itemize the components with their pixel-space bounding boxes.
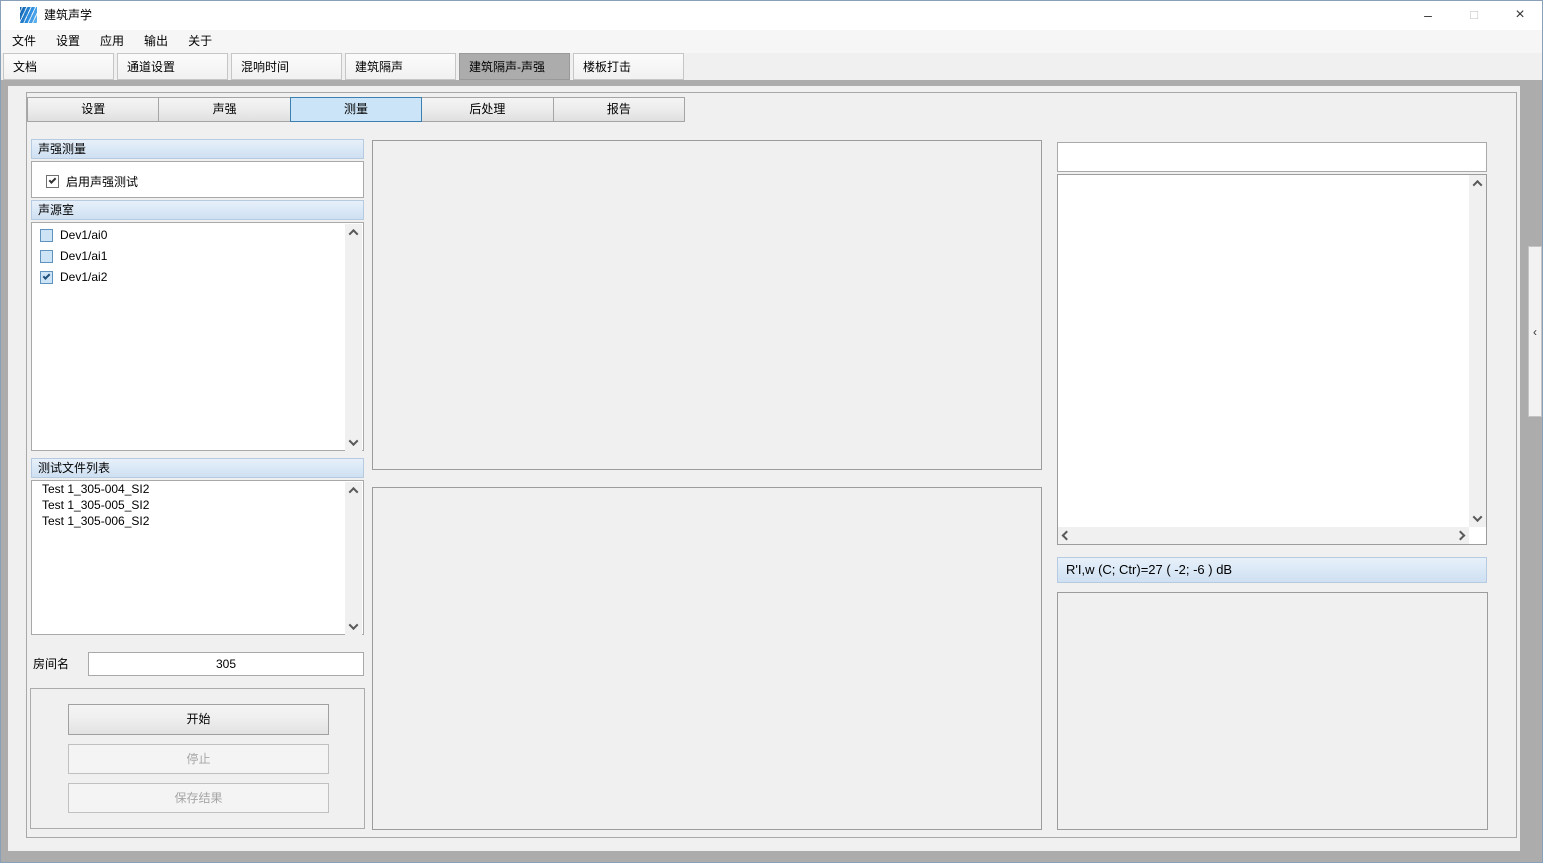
maximize-button[interactable]: □ [1451,0,1497,30]
minimize-button[interactable]: – [1405,0,1451,30]
ri-result-chart [1057,592,1488,830]
menu-item-output[interactable]: 输出 [134,30,178,53]
enable-intensity-label: 启用声强测试 [66,173,138,190]
test-file-item[interactable]: Test 1_305-005_SI2 [32,497,363,513]
scroll-right-icon[interactable] [1456,531,1466,541]
subtab-bar: 设置声强测量后处理报告 [27,97,685,122]
collapse-panel-button[interactable]: ‹ [1528,246,1542,417]
menu-item-about[interactable]: 关于 [178,30,222,53]
enable-intensity-box: 启用声强测试 [31,161,364,198]
close-button[interactable]: × [1497,0,1543,30]
app-title: 建筑声学 [44,0,92,30]
checkbox-icon[interactable] [40,250,53,263]
tab-reverberation-time[interactable]: 混响时间 [231,53,342,80]
scroll-up-icon[interactable] [349,487,359,497]
checkbox-icon[interactable] [40,271,53,284]
test-file-item[interactable]: Test 1_305-004_SI2 [32,481,363,497]
title-bar: 建筑声学 – □ × [0,0,1543,30]
subtab-setup[interactable]: 设置 [27,97,159,122]
scroll-down-icon[interactable] [1473,512,1483,522]
control-button-group: 开始 停止 保存结果 [30,688,365,829]
subtab-report[interactable]: 报告 [553,97,685,122]
test-file-list-header: 测试文件列表 [31,458,364,478]
subtab-measure[interactable]: 测量 [290,97,422,122]
scroll-up-icon[interactable] [1473,180,1483,190]
table-vertical-scrollbar[interactable] [1469,175,1486,527]
save-result-button[interactable]: 保存结果 [68,783,329,813]
menu-item-file[interactable]: 文件 [2,30,46,53]
start-button[interactable]: 开始 [68,704,329,735]
checkbox-icon[interactable] [46,175,59,188]
scroll-up-icon[interactable] [349,229,359,239]
file-list-scrollbar[interactable] [345,482,362,635]
test-file-item[interactable]: Test 1_305-006_SI2 [32,513,363,529]
scroll-left-icon[interactable] [1062,531,1072,541]
tab-building-insulation-intensity[interactable]: 建筑隔声-声强 [459,53,570,80]
tab-channel-setup[interactable]: 通道设置 [117,53,228,80]
channel-label: Dev1/ai1 [60,249,107,263]
result-table [1057,174,1487,545]
result-view-radio-group [1057,142,1487,172]
enable-intensity-checkbox[interactable]: 启用声强测试 [46,173,138,190]
menu-item-settings[interactable]: 设置 [46,30,90,53]
table-horizontal-scrollbar[interactable] [1058,527,1469,544]
channel-item-dev1-ai2[interactable]: Dev1/ai2 [32,268,363,286]
intensity-measure-header: 声强测量 [31,139,364,159]
stop-button[interactable]: 停止 [68,744,329,774]
channel-item-dev1-ai0[interactable]: Dev1/ai0 [32,226,363,244]
check-icon [43,272,51,280]
menu-bar: 文件设置应用输出关于 [0,30,1543,53]
subtab-postprocess[interactable]: 后处理 [421,97,553,122]
source-room-channel-list: Dev1/ai0 Dev1/ai1 Dev1/ai2 [31,222,364,451]
surface-intensity-chart [372,140,1042,470]
room-name-label: 房间名 [33,652,69,676]
tab-bar: 文档通道设置混响时间建筑隔声建筑隔声-声强楼板打击 [0,53,1543,80]
tab-document[interactable]: 文档 [3,53,114,80]
weighted-result-header: R'I,w (C; Ctr)=27 ( -2; -6 ) dB [1057,557,1487,583]
channel-label: Dev1/ai2 [60,270,107,284]
source-room-header: 声源室 [31,200,364,220]
channel-label: Dev1/ai0 [60,228,107,242]
app-logo-icon [20,7,37,23]
scroll-down-icon[interactable] [349,436,359,446]
source-room-spl-chart [372,487,1042,830]
scroll-down-icon[interactable] [349,620,359,630]
tab-building-insulation[interactable]: 建筑隔声 [345,53,456,80]
channel-item-dev1-ai1[interactable]: Dev1/ai1 [32,247,363,265]
room-name-input[interactable] [88,652,364,676]
checkbox-icon[interactable] [40,229,53,242]
menu-item-application[interactable]: 应用 [90,30,134,53]
subtab-intensity[interactable]: 声强 [158,97,290,122]
tab-floor-impact[interactable]: 楼板打击 [573,53,684,80]
channel-list-scrollbar[interactable] [345,224,362,451]
test-file-list: Test 1_305-004_SI2Test 1_305-005_SI2Test… [31,480,364,635]
